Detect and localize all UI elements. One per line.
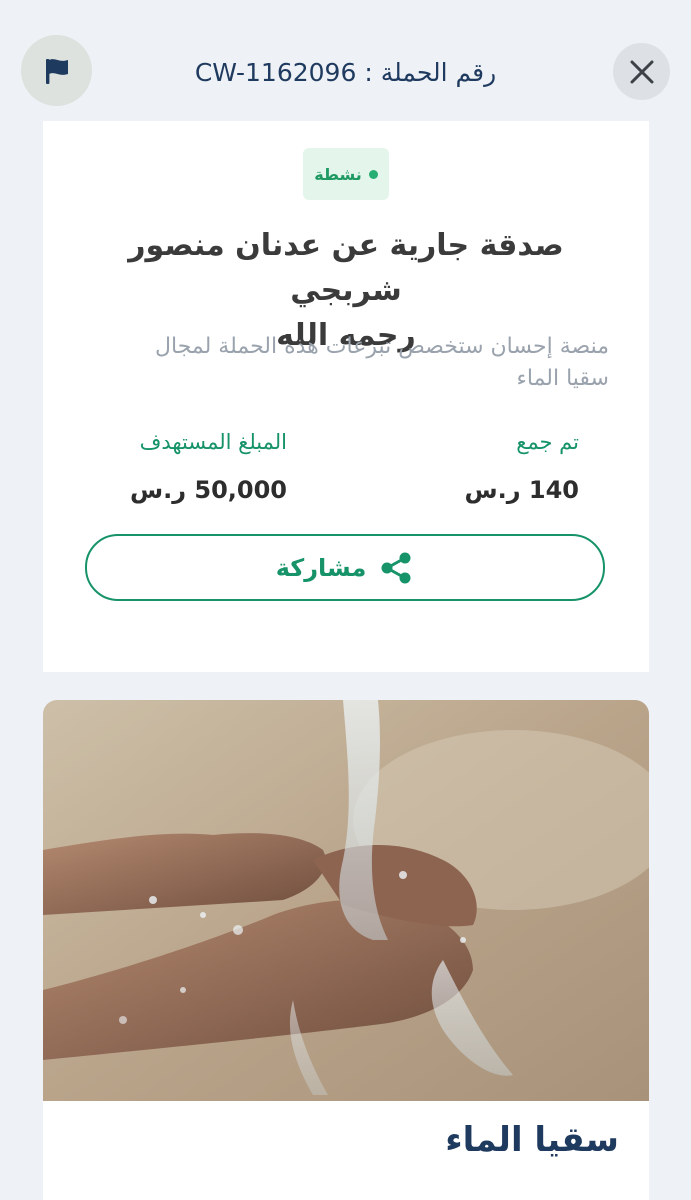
raised-amount: تم جمع 140 ر.س (464, 424, 579, 510)
target-label: المبلغ المستهدف (139, 430, 287, 454)
target-value: 50,000 ر.س (129, 476, 287, 504)
status-badge: نشطة (303, 148, 389, 200)
campaign-title-line-1: صدقة جارية عن عدنان منصور شربجي (128, 228, 564, 308)
target-amount: المبلغ المستهدف 50,000 ر.س (130, 424, 287, 510)
campaign-description-line-1: منصة إحسان ستخصص تبرعات هذه الحملة لمجال (155, 334, 609, 359)
status-label: نشطة (314, 164, 362, 184)
raised-value: 140 ر.س (464, 476, 579, 504)
category-card[interactable]: سقيا الماء (43, 700, 649, 1200)
share-button[interactable]: مشاركة (85, 534, 605, 601)
close-icon (630, 60, 653, 83)
campaign-description: منصة إحسان ستخصص تبرعات هذه الحملة لمجال… (83, 331, 609, 395)
campaign-number-label: رقم الحملة : (364, 57, 497, 87)
campaign-number-value: CW-1162096 (194, 57, 357, 87)
campaign-card: نشطة صدقة جارية عن عدنان منصور شربجي رحم… (43, 121, 649, 672)
share-label: مشاركة (275, 553, 367, 582)
flag-icon (45, 58, 68, 84)
share-icon (381, 552, 411, 583)
status-dot-icon (368, 169, 378, 179)
campaign-number: رقم الحملة : CW-1162096 (120, 50, 571, 94)
water-hands-image (43, 700, 649, 1101)
report-button[interactable] (21, 35, 92, 106)
close-button[interactable] (613, 43, 670, 100)
raised-label: تم جمع (516, 430, 579, 454)
category-title: سقيا الماء (445, 1120, 619, 1160)
campaign-description-line-2: سقيا الماء (516, 366, 609, 391)
top-bar: رقم الحملة : CW-1162096 (0, 0, 691, 120)
